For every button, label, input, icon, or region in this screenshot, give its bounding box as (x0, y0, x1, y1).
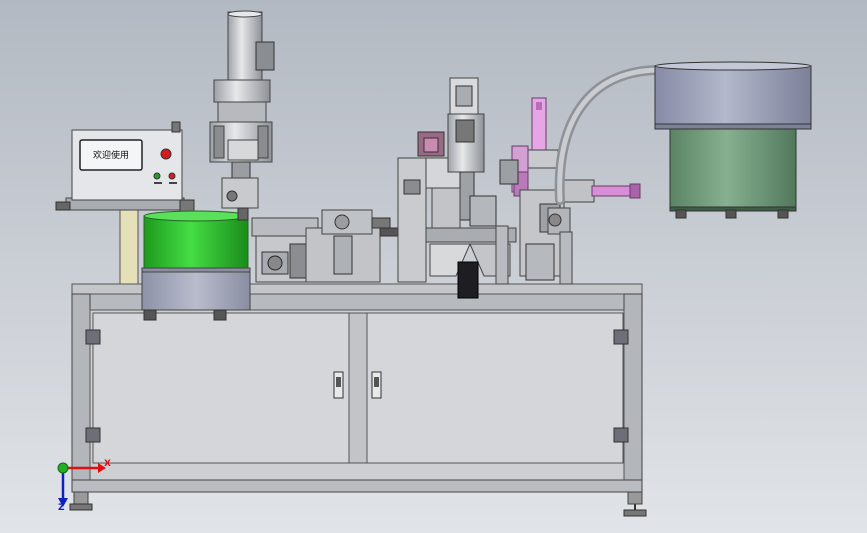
cabinet-handle-icon[interactable] (371, 371, 382, 399)
axis-z-label: Z (58, 503, 65, 513)
emergency-stop-button[interactable] (160, 148, 172, 160)
cabinet-door-right[interactable] (366, 312, 624, 464)
green-hopper (141, 210, 251, 321)
cabinet-handle-icon[interactable] (333, 371, 344, 399)
axis-x-label: X (104, 459, 111, 469)
start-button[interactable] (153, 172, 161, 180)
vibratory-bowl (654, 61, 812, 219)
stop-button[interactable] (168, 172, 176, 180)
assembly-drawing (0, 0, 867, 533)
transfer-module (251, 209, 399, 283)
cabinet (69, 293, 647, 517)
cad-viewport[interactable]: 欢迎使用 X Z (0, 0, 867, 533)
hmi-screen-text: 欢迎使用 (92, 151, 129, 161)
cabinet-door-left[interactable] (92, 312, 350, 464)
